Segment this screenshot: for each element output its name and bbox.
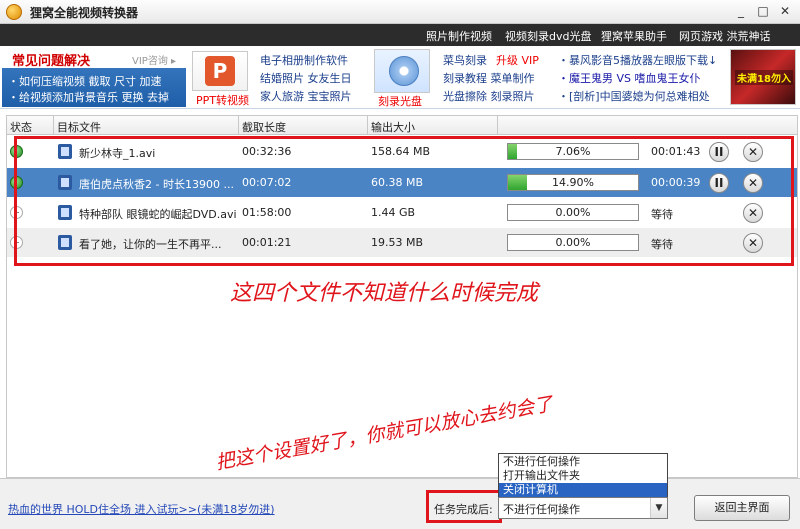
game-ad-caption: 未满18勿入 [735,70,793,85]
progress-bar: 14.90% [507,174,639,191]
progress-bar: 7.06% [507,143,639,160]
ad-link-wedding[interactable]: 结婚照片 女友生日 [260,70,352,86]
title-bar: 狸窝全能视频转换器 _ □ ✕ [0,0,800,24]
file-name: 看了她，让你的一生不再平... [79,238,222,251]
output-size: 60.38 MB [371,176,424,189]
chevron-down-icon[interactable]: ▼ [650,498,667,518]
time-remaining: 等待 [651,238,673,251]
cd-caption[interactable]: 刻录光盘 [378,93,422,109]
minimize-button[interactable]: _ [732,3,750,20]
duration: 01:58:00 [242,206,292,219]
faq-title: 常见问题解决 [12,54,91,69]
time-remaining: 等待 [651,208,673,221]
cd-thumbnail[interactable] [374,49,430,93]
video-file-icon [58,175,72,190]
progress-percent: 7.06% [555,145,591,158]
remove-button[interactable]: ✕ [743,233,763,253]
column-separator [367,116,368,134]
remove-button[interactable]: ✕ [743,173,763,193]
after-task-label: 任务完成后: [434,503,493,516]
status-icon [10,236,23,249]
progress-percent: 0.00% [555,236,591,249]
duration: 00:07:02 [242,176,292,189]
task-row[interactable]: 唐伯虎点秋香2 - 时长13900 ... 00:07:02 60.38 MB … [7,168,797,197]
progress-bar: 0.00% [507,234,639,251]
dropdown-option-shutdown[interactable]: 关闭计算机 [499,483,667,497]
faq-panel: 常见问题解决 VIP咨询 ▸ ・如何压缩视频 截取 尺寸 加速 ・给视频添加背景… [2,49,186,107]
after-task-dropdown-list: 不进行任何操作 打开输出文件夹 关闭计算机 [498,453,668,497]
column-separator [53,116,54,134]
video-file-icon [58,205,72,220]
task-row[interactable]: 新少林寺_1.avi 00:32:36 158.64 MB 7.06% 00:0… [7,137,797,166]
duration: 00:32:36 [242,145,292,158]
powerpoint-icon: P [205,56,235,86]
file-name: 特种部队 眼镜蛇的崛起DVD.avi [79,208,237,221]
time-remaining: 00:01:43 [651,145,701,158]
output-size: 1.44 GB [371,206,416,219]
file-name: 新少林寺_1.avi [79,147,156,160]
link-web-game[interactable]: 网页游戏 洪荒神话 [679,28,771,44]
column-header-file[interactable]: 目标文件 [57,119,101,135]
remove-button[interactable]: ✕ [743,203,763,223]
faq-link-compress[interactable]: ・如何压缩视频 截取 尺寸 加速 [8,73,162,89]
faq-header: 常见问题解决 VIP咨询 ▸ [2,49,186,69]
output-size: 158.64 MB [371,145,431,158]
ad-link-album[interactable]: 电子相册制作软件 [260,52,348,68]
vip-consult-link[interactable]: VIP咨询 ▸ [132,52,176,67]
file-name: 唐伯虎点秋香2 - 时长13900 ... [79,178,234,191]
ppt-thumbnail[interactable]: P [192,51,248,91]
task-row[interactable]: 看了她，让你的一生不再平... 00:01:21 19.53 MB 0.00% … [7,228,797,257]
link-burn-dvd[interactable]: 视频刻录dvd光盘 [505,28,591,44]
ad-banner: 常见问题解决 VIP咨询 ▸ ・如何压缩视频 截取 尺寸 加速 ・给视频添加背景… [0,47,800,109]
ad-link-player[interactable]: ・暴风影音5播放器左眼版下载↓ [558,52,717,68]
column-header-duration[interactable]: 截取长度 [242,119,286,135]
ad-link-demon[interactable]: ・魔王鬼男 VS 嗜血鬼王女仆 [558,70,701,86]
disc-icon [389,56,419,86]
column-separator [497,116,498,134]
app-logo-icon [6,4,22,20]
ad-link-family-article[interactable]: ・[剖析]中国婆媳为何总难相处 [558,88,710,104]
game-ad-thumbnail[interactable]: 未满18勿入 [730,49,796,105]
back-to-main-button[interactable]: 返回主界面 [694,495,790,521]
progress-percent: 0.00% [555,206,591,219]
after-task-select[interactable]: 不进行任何操作 ▼ [498,497,668,519]
column-separator [238,116,239,134]
faq-link-music[interactable]: ・给视频添加背景音乐 更换 去掉 [8,89,169,105]
status-icon [10,145,23,158]
ad-link-erase[interactable]: 光盘擦除 刻录照片 [443,88,535,104]
column-header-status[interactable]: 状态 [10,119,32,135]
remove-button[interactable]: ✕ [743,142,763,162]
close-button[interactable]: ✕ [776,3,794,20]
output-size: 19.53 MB [371,236,424,249]
pause-button[interactable]: II [709,173,729,193]
top-link-bar: 照片制作视频 视频刻录dvd光盘 狸窝苹果助手 网页游戏 洪荒神话 [0,24,800,46]
status-icon [10,176,23,189]
duration: 00:01:21 [242,236,292,249]
status-icon [10,206,23,219]
link-apple-helper[interactable]: 狸窝苹果助手 [601,28,667,44]
task-row[interactable]: 特种部队 眼镜蛇的崛起DVD.avi 01:58:00 1.44 GB 0.00… [7,198,797,227]
ad-link-tutorial[interactable]: 刻录教程 菜单制作 [443,70,535,86]
task-table-header: 状态 目标文件 截取长度 输出大小 [6,115,798,135]
dropdown-option-open-folder[interactable]: 打开输出文件夹 [499,469,667,483]
video-file-icon [58,144,72,159]
progress-bar: 0.00% [507,204,639,221]
annotation-note-files: 这四个文件不知道什么时候完成 [230,281,539,306]
video-file-icon [58,235,72,250]
after-task-select-value: 不进行任何操作 [503,503,580,516]
time-remaining: 00:00:39 [651,176,701,189]
window-title: 狸窝全能视频转换器 [30,6,139,20]
pause-button[interactable]: II [709,142,729,162]
ad-link-burn[interactable]: 菜鸟刻录 [443,52,487,68]
progress-percent: 14.90% [552,176,594,189]
maximize-button[interactable]: □ [754,3,772,20]
ppt-caption[interactable]: PPT转视频 [196,92,249,108]
bottom-bar: 热血的世界 HOLD住全场 进入试玩>>(未满18岁勿进) [0,478,800,529]
ad-link-vip[interactable]: 升级 VIP [496,52,539,68]
promo-link[interactable]: 热血的世界 HOLD住全场 进入试玩>>(未满18岁勿进) [8,501,275,517]
column-header-size[interactable]: 输出大小 [371,119,415,135]
link-photo-video[interactable]: 照片制作视频 [426,28,492,44]
ad-link-family[interactable]: 家人旅游 宝宝照片 [260,88,352,104]
dropdown-option-none[interactable]: 不进行任何操作 [499,455,667,469]
